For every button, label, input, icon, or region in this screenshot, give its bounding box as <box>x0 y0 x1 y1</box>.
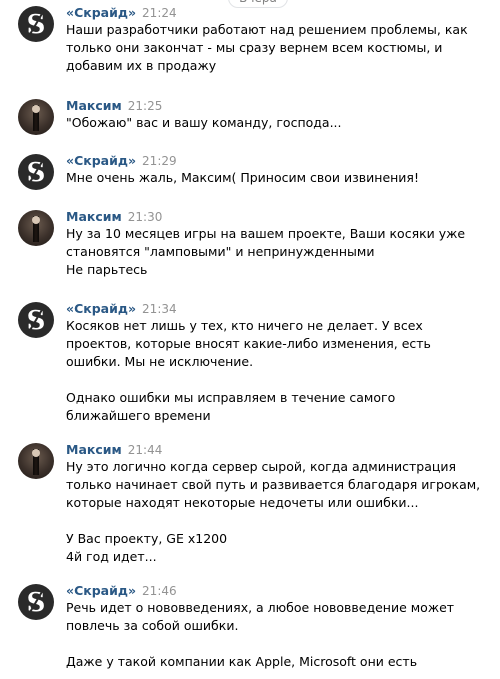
message-author[interactable]: Максим <box>66 209 122 224</box>
message-time: 21:25 <box>127 99 163 113</box>
message-author[interactable]: «Скрайд» <box>66 153 136 168</box>
skraid-avatar[interactable]: S <box>18 154 54 190</box>
message-line: проектов, которые вносят какие-либо изме… <box>66 336 431 351</box>
message-line: Косяков нет лишь у тех, кто ничего не де… <box>66 318 423 333</box>
message-line: Наши разработчики работают над решением … <box>66 22 468 37</box>
message-text: Ну за 10 месяцев игры на вашем проекте, … <box>66 225 486 279</box>
skraid-avatar[interactable]: S <box>18 584 54 620</box>
message-time: 21:24 <box>142 6 177 20</box>
message-time: 21:44 <box>127 443 163 457</box>
user-photo-icon <box>32 105 40 131</box>
message-line: ошибки. Мы не исключение. <box>66 354 254 369</box>
message-line: Ну за 10 месяцев игры на вашем проекте, … <box>66 226 466 241</box>
message-line: "Обожаю" вас и вашу команду, господа... <box>66 115 342 130</box>
message-line: только они закончат - мы сразу вернем вс… <box>66 40 443 55</box>
message-line: Однако ошибки мы исправляем в течение са… <box>66 390 396 405</box>
message-line: Речь идет о нововведениях, а любое новов… <box>66 600 455 615</box>
message-line: становятся "ламповыми" и непринужденными <box>66 244 375 259</box>
skraid-logo-icon: S <box>27 10 46 40</box>
message-line: У Вас проекту, GE x1200 <box>66 531 228 546</box>
user-photo-icon <box>32 449 40 475</box>
message-author[interactable]: «Скрайд» <box>66 583 136 598</box>
skraid-logo-icon: S <box>27 158 46 188</box>
maxim-avatar[interactable] <box>18 210 54 246</box>
message-text: Наши разработчики работают над решением … <box>66 21 486 75</box>
message-time: 21:29 <box>142 154 177 168</box>
skraid-logo-icon: S <box>27 306 46 336</box>
message-text: Ну это логично когда сервер сырой, когда… <box>66 458 486 566</box>
maxim-avatar[interactable] <box>18 443 54 479</box>
maxim-avatar[interactable] <box>18 99 54 135</box>
message-line: повлечь за собой ошибки. <box>66 618 239 633</box>
message-line: Мне очень жаль, Максим( Приносим свои из… <box>66 170 419 185</box>
message-time: 21:30 <box>127 210 163 224</box>
skraid-avatar[interactable]: S <box>18 302 54 338</box>
message-author[interactable]: «Скрайд» <box>66 5 136 20</box>
message-line: Ну это логично когда сервер сырой, когда… <box>66 459 457 474</box>
message-author[interactable]: «Скрайд» <box>66 301 136 316</box>
message-author[interactable]: Максим <box>66 98 122 113</box>
message-line: которые находят некоторые недочеты или о… <box>66 495 419 510</box>
message-text: Речь идет о нововведениях, а любое новов… <box>66 599 486 671</box>
user-photo-icon <box>32 216 40 242</box>
message-author[interactable]: Максим <box>66 442 122 457</box>
message-line: 4й год идет... <box>66 549 157 564</box>
message-line: ближайшего времени <box>66 408 211 423</box>
message-text: Мне очень жаль, Максим( Приносим свои из… <box>66 169 486 187</box>
message-time: 21:34 <box>142 302 177 316</box>
skraid-logo-icon: S <box>27 588 46 618</box>
message-time: 21:46 <box>142 584 177 598</box>
date-divider-chip[interactable]: Вчера <box>228 0 288 8</box>
skraid-avatar[interactable]: S <box>18 6 54 42</box>
message-line: только начинает свой путь и развивается … <box>66 477 481 492</box>
message-text: "Обожаю" вас и вашу команду, господа... <box>66 114 486 132</box>
message-line: Даже у такой компании как Apple, Microso… <box>66 654 418 669</box>
message-text: Косяков нет лишь у тех, кто ничего не де… <box>66 317 486 425</box>
message-line: Не парьтесь <box>66 262 148 277</box>
message-line: добавим их в продажу <box>66 58 217 73</box>
